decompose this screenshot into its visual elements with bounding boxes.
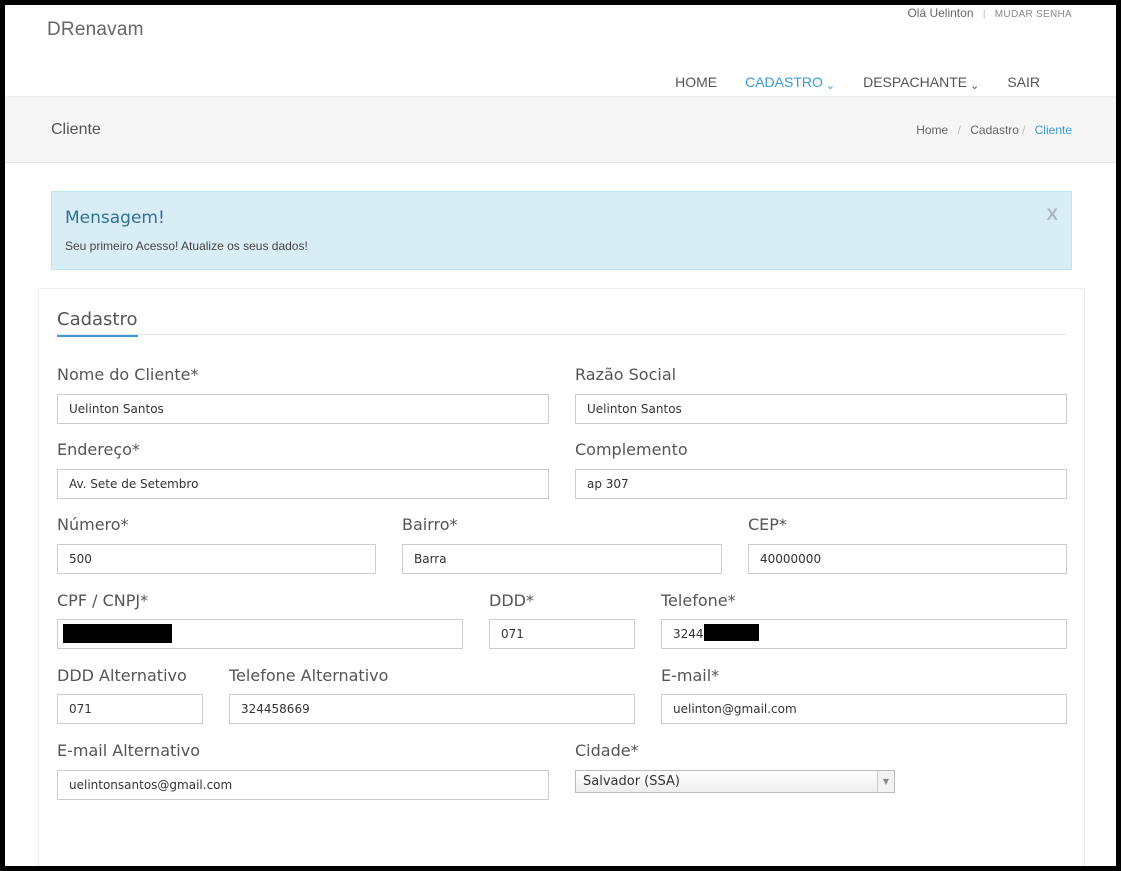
breadcrumb-separator: / (957, 123, 961, 137)
section-divider (57, 334, 1066, 335)
chevron-down-icon: ⌄ (970, 80, 980, 92)
breadcrumb: Home / Cadastro / Cliente (916, 123, 1072, 137)
cep-label: CEP* (748, 515, 787, 534)
cidade-selected-value: Salvador (SSA) (583, 774, 680, 789)
bairro-label: Bairro* (402, 515, 458, 534)
ddd-alt-input[interactable] (57, 694, 203, 724)
page-title-bar: Cliente Home / Cadastro / Cliente (5, 96, 1116, 163)
cep-input[interactable] (748, 544, 1067, 574)
chevron-down-icon: ⌄ (825, 80, 836, 92)
nav-home-label: HOME (675, 74, 718, 90)
ddd-label: DDD* (489, 591, 534, 610)
complemento-label: Complemento (575, 440, 688, 459)
redaction-block (704, 624, 759, 641)
page-title: Cliente (51, 121, 101, 138)
ddd-alt-label: DDD Alternativo (57, 666, 187, 685)
cidade-select[interactable]: Salvador (SSA) ▼ (575, 770, 895, 793)
bairro-input[interactable] (402, 544, 722, 574)
numero-label: Número* (57, 515, 129, 534)
alert-title: Mensagem! (65, 208, 165, 228)
nome-label: Nome do Cliente* (57, 365, 199, 384)
breadcrumb-home[interactable]: Home (916, 123, 948, 137)
complemento-input[interactable] (575, 469, 1067, 499)
endereco-label: Endereço* (57, 440, 140, 459)
email-alt-input[interactable] (57, 770, 549, 800)
user-greeting: Olá Uelinton (907, 6, 974, 20)
email-input[interactable] (661, 694, 1067, 724)
brand-logo[interactable]: DRenavam (47, 19, 144, 41)
breadcrumb-separator: / (1021, 123, 1026, 137)
cidade-label: Cidade* (575, 741, 639, 760)
tel-alt-input[interactable] (229, 694, 635, 724)
change-password-link[interactable]: MUDAR SENHA (995, 9, 1072, 20)
telefone-label: Telefone* (661, 591, 736, 610)
nome-input[interactable] (57, 394, 549, 424)
nav-despachante-label: DESPACHANTE (863, 74, 968, 90)
nav-cadastro-label: CADASTRO (745, 74, 823, 90)
email-alt-label: E-mail Alternativo (57, 741, 200, 760)
cpf-label: CPF / CNPJ* (57, 591, 149, 610)
breadcrumb-cadastro[interactable]: Cadastro (970, 123, 1019, 137)
cadastro-panel: Cadastro Nome do Cliente* Razão Social E… (38, 288, 1085, 866)
alert-message: Seu primeiro Acesso! Atualize os seus da… (65, 239, 308, 253)
nav-sair-label: SAIR (1007, 74, 1040, 90)
breadcrumb-current: Cliente (1034, 123, 1072, 137)
redaction-block (63, 624, 172, 643)
app-window: DRenavam Olá Uelinton | MUDAR SENHA HOME… (5, 5, 1116, 866)
section-title: Cadastro (57, 309, 138, 337)
tel-alt-label: Telefone Alternativo (229, 666, 389, 685)
chevron-down-icon[interactable]: ▼ (877, 771, 894, 792)
email-label: E-mail* (661, 666, 720, 685)
razao-input[interactable] (575, 394, 1067, 424)
close-icon[interactable]: X (1047, 205, 1058, 225)
user-bar: Olá Uelinton | MUDAR SENHA (907, 6, 1072, 20)
numero-input[interactable] (57, 544, 376, 574)
endereco-input[interactable] (57, 469, 549, 499)
razao-label: Razão Social (575, 365, 677, 384)
info-alert: Mensagem! Seu primeiro Acesso! Atualize … (51, 191, 1072, 270)
user-bar-separator: | (982, 9, 986, 20)
ddd-input[interactable] (489, 619, 635, 649)
